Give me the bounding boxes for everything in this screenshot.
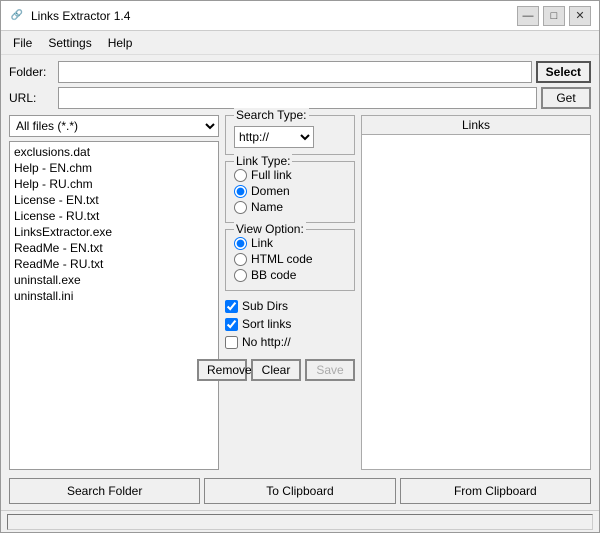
maximize-button[interactable]: □	[543, 6, 565, 26]
status-text	[7, 514, 593, 530]
list-item[interactable]: Help - EN.chm	[12, 160, 216, 176]
search-folder-button[interactable]: Search Folder	[9, 478, 200, 504]
url-input[interactable]	[58, 87, 537, 109]
search-type-row: http:// https:// ftp:// All	[234, 126, 346, 148]
clear-button[interactable]: Clear	[251, 359, 301, 381]
remove-button[interactable]: Remove	[197, 359, 247, 381]
get-button[interactable]: Get	[541, 87, 591, 109]
radio-link: Link	[234, 236, 346, 250]
checkbox-no-http[interactable]	[225, 336, 238, 349]
radio-bb-code: BB code	[234, 268, 346, 282]
radio-bb-code-label[interactable]: BB code	[251, 268, 296, 282]
checkbox-no-http-label[interactable]: No http://	[242, 335, 291, 349]
right-panel: Links	[361, 115, 591, 470]
window-title: Links Extractor 1.4	[31, 9, 517, 23]
window-controls: — □ ✕	[517, 6, 591, 26]
radio-name-label[interactable]: Name	[251, 200, 283, 214]
checkbox-sort-links-label[interactable]: Sort links	[242, 317, 291, 331]
folder-label: Folder:	[9, 65, 54, 79]
radio-domen-input[interactable]	[234, 185, 247, 198]
file-filter-dropdown[interactable]: All files (*.*) *.txt *.html	[9, 115, 219, 137]
radio-full-link-input[interactable]	[234, 169, 247, 182]
radio-html-code-label[interactable]: HTML code	[251, 252, 313, 266]
bottom-buttons: Search Folder To Clipboard From Clipboar…	[9, 478, 591, 504]
list-item[interactable]: uninstall.exe	[12, 272, 216, 288]
folder-input[interactable]	[58, 61, 532, 83]
radio-bb-code-input[interactable]	[234, 269, 247, 282]
checkbox-sub-dirs-row: Sub Dirs	[225, 299, 355, 313]
menu-help[interactable]: Help	[100, 34, 141, 52]
file-list[interactable]: exclusions.datHelp - EN.chmHelp - RU.chm…	[9, 141, 219, 470]
link-type-group: Link Type: Full link Domen Name	[225, 161, 355, 223]
middle-panel: Search Type: http:// https:// ftp:// All…	[225, 115, 355, 470]
radio-full-link-label[interactable]: Full link	[251, 168, 292, 182]
main-window: 🔗 Links Extractor 1.4 — □ ✕ File Setting…	[0, 0, 600, 533]
radio-full-link: Full link	[234, 168, 346, 182]
view-option-label: View Option:	[234, 222, 306, 236]
action-buttons: Remove Clear Save	[225, 359, 355, 381]
link-type-label: Link Type:	[234, 154, 292, 168]
radio-domen-label[interactable]: Domen	[251, 184, 290, 198]
checkbox-no-http-row: No http://	[225, 335, 355, 349]
links-area[interactable]	[361, 134, 591, 470]
search-type-label: Search Type:	[234, 108, 309, 122]
menu-file[interactable]: File	[5, 34, 40, 52]
list-item[interactable]: ReadMe - EN.txt	[12, 240, 216, 256]
to-clipboard-button[interactable]: To Clipboard	[204, 478, 395, 504]
from-clipboard-button[interactable]: From Clipboard	[400, 478, 591, 504]
save-button[interactable]: Save	[305, 359, 355, 381]
content-area: Folder: Select URL: Get All files (*.*) …	[1, 55, 599, 510]
close-button[interactable]: ✕	[569, 6, 591, 26]
status-bar	[1, 510, 599, 532]
checkbox-sub-dirs-label[interactable]: Sub Dirs	[242, 299, 288, 313]
radio-html-code-input[interactable]	[234, 253, 247, 266]
checkbox-sub-dirs[interactable]	[225, 300, 238, 313]
list-item[interactable]: uninstall.ini	[12, 288, 216, 304]
app-icon: 🔗	[9, 8, 25, 24]
menu-bar: File Settings Help	[1, 31, 599, 55]
list-item[interactable]: Help - RU.chm	[12, 176, 216, 192]
url-label: URL:	[9, 91, 54, 105]
select-button[interactable]: Select	[536, 61, 591, 83]
radio-domen: Domen	[234, 184, 346, 198]
list-item[interactable]: License - RU.txt	[12, 208, 216, 224]
radio-link-input[interactable]	[234, 237, 247, 250]
left-panel: All files (*.*) *.txt *.html exclusions.…	[9, 115, 219, 470]
checkbox-sort-links-row: Sort links	[225, 317, 355, 331]
checkbox-sort-links[interactable]	[225, 318, 238, 331]
folder-row: Folder: Select	[9, 61, 591, 83]
radio-name-input[interactable]	[234, 201, 247, 214]
checkboxes-area: Sub Dirs Sort links No http://	[225, 299, 355, 351]
links-label: Links	[361, 115, 591, 134]
menu-settings[interactable]: Settings	[40, 34, 99, 52]
search-type-group: Search Type: http:// https:// ftp:// All	[225, 115, 355, 155]
minimize-button[interactable]: —	[517, 6, 539, 26]
url-row: URL: Get	[9, 87, 591, 109]
radio-name: Name	[234, 200, 346, 214]
list-item[interactable]: License - EN.txt	[12, 192, 216, 208]
search-type-select[interactable]: http:// https:// ftp:// All	[234, 126, 314, 148]
list-item[interactable]: ReadMe - RU.txt	[12, 256, 216, 272]
main-panel: All files (*.*) *.txt *.html exclusions.…	[9, 115, 591, 470]
list-item[interactable]: exclusions.dat	[12, 144, 216, 160]
view-option-group: View Option: Link HTML code BB code	[225, 229, 355, 291]
list-item[interactable]: LinksExtractor.exe	[12, 224, 216, 240]
radio-html-code: HTML code	[234, 252, 346, 266]
radio-link-label[interactable]: Link	[251, 236, 273, 250]
title-bar: 🔗 Links Extractor 1.4 — □ ✕	[1, 1, 599, 31]
